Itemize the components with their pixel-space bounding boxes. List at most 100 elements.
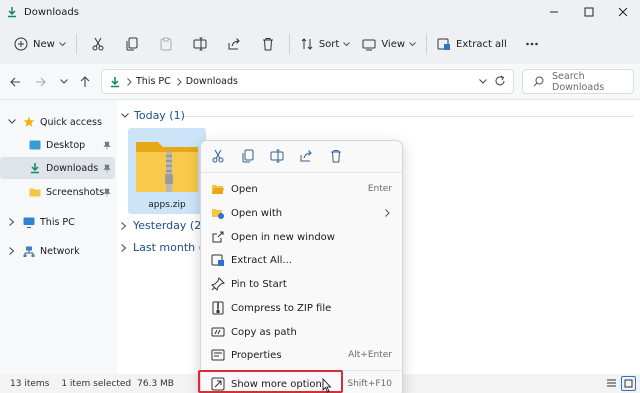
toolbar-divider	[288, 34, 290, 54]
menu-item-label: Open in new window	[231, 231, 335, 243]
group-label: Yesterday (2)	[133, 219, 206, 232]
menu-item-open[interactable]: Open Enter	[205, 178, 400, 200]
menu-item-extract-all[interactable]: Extract All...	[205, 249, 400, 271]
recent-locations-button[interactable]	[60, 79, 68, 85]
paste-icon	[159, 37, 173, 51]
view-button[interactable]: View	[356, 30, 422, 58]
copy-icon	[125, 37, 139, 51]
selection-count: 1 item selected	[61, 378, 132, 389]
arrow-right-icon	[35, 76, 47, 88]
view-label: View	[381, 38, 406, 50]
navigation-pane: Quick access Desktop Downloads Screensho…	[0, 100, 117, 374]
file-item-apps-zip[interactable]: apps.zip	[128, 128, 206, 214]
new-button[interactable]: New	[8, 30, 72, 58]
toolbar-divider	[75, 34, 77, 54]
sidebar-item-label: Screenshots	[46, 186, 105, 198]
menu-item-label: Extract All...	[231, 254, 292, 266]
context-menu: Open Enter Open with Open in new window …	[200, 140, 404, 393]
group-today[interactable]: Today (1)	[121, 109, 185, 122]
network-icon	[23, 246, 35, 257]
breadcrumb-this-pc[interactable]: This PC	[136, 76, 171, 87]
group-yesterday[interactable]: Yesterday (2)	[121, 219, 205, 232]
computer-icon	[23, 217, 35, 228]
open-with-icon	[211, 206, 225, 220]
sort-icon	[300, 37, 314, 51]
tiles-view-button[interactable]	[621, 376, 636, 391]
more-dots-icon	[525, 37, 539, 51]
extract-icon	[211, 253, 225, 267]
delete-button[interactable]	[251, 30, 285, 58]
star-icon	[23, 116, 35, 128]
cut-button[interactable]	[211, 149, 227, 165]
command-bar: New Sort View Extract all	[0, 24, 640, 64]
menu-item-open-new-window[interactable]: Open in new window	[205, 226, 400, 248]
extract-icon	[437, 37, 451, 51]
group-label: Last month (1	[133, 241, 210, 254]
copy-button[interactable]	[241, 149, 257, 165]
group-divider	[184, 116, 634, 117]
rename-icon	[193, 37, 207, 51]
zip-icon	[211, 301, 225, 315]
group-label: Today (1)	[134, 109, 185, 122]
search-input[interactable]: Search Downloads	[522, 69, 634, 94]
rename-button[interactable]	[270, 149, 286, 165]
chevron-down-icon	[479, 79, 487, 85]
sidebar-item-this-pc[interactable]: This PC	[0, 211, 115, 233]
sidebar-item-desktop[interactable]: Desktop	[0, 134, 115, 156]
extract-all-button[interactable]: Extract all	[431, 30, 513, 58]
trash-icon	[261, 37, 275, 51]
menu-item-label: Properties	[231, 349, 282, 361]
menu-item-compress-zip[interactable]: Compress to ZIP file	[205, 297, 400, 319]
delete-button[interactable]	[329, 149, 345, 165]
desktop-icon	[29, 140, 41, 150]
chevron-right-icon	[176, 77, 182, 86]
share-button[interactable]	[217, 30, 251, 58]
group-last-month[interactable]: Last month (1	[121, 241, 210, 254]
address-bar[interactable]: This PC Downloads	[101, 69, 514, 94]
chevron-right-icon	[127, 77, 132, 86]
close-button[interactable]	[606, 0, 640, 24]
sidebar-item-downloads[interactable]: Downloads	[0, 157, 115, 179]
address-dropdown-button[interactable]	[479, 79, 487, 85]
view-icon	[362, 37, 376, 51]
more-options-button[interactable]	[519, 30, 545, 58]
menu-item-copy-as-path[interactable]: Copy as path	[205, 321, 400, 343]
sort-button[interactable]: Sort	[294, 30, 357, 58]
menu-item-open-with[interactable]: Open with	[205, 202, 400, 224]
sidebar-item-quick-access[interactable]: Quick access	[0, 111, 115, 133]
share-button[interactable]	[299, 149, 315, 165]
menu-item-label: Open	[231, 183, 258, 195]
pin-icon	[103, 164, 111, 173]
details-view-button[interactable]	[606, 378, 617, 389]
cut-button[interactable]	[81, 30, 115, 58]
new-window-icon	[211, 230, 225, 244]
file-name: apps.zip	[148, 200, 186, 210]
menu-item-pin-to-start[interactable]: Pin to Start	[205, 273, 400, 295]
mouse-cursor-icon	[322, 378, 332, 393]
chevron-down-icon	[343, 41, 351, 47]
arrow-up-icon	[79, 75, 91, 88]
up-button[interactable]	[79, 75, 91, 88]
toolbar-divider	[426, 34, 428, 54]
rename-button[interactable]	[183, 30, 217, 58]
context-quick-actions	[201, 141, 404, 173]
downloads-icon	[29, 162, 41, 174]
window-title: Downloads	[24, 6, 79, 18]
sidebar-item-screenshots[interactable]: Screenshots	[0, 181, 115, 203]
search-icon	[533, 76, 544, 87]
menu-item-shortcut: Enter	[367, 184, 392, 194]
chevron-down-icon	[409, 41, 416, 47]
menu-item-label: Compress to ZIP file	[231, 302, 332, 314]
copy-button[interactable]	[115, 30, 149, 58]
sidebar-item-network[interactable]: Network	[0, 240, 115, 262]
maximize-button[interactable]	[572, 0, 606, 24]
chevron-right-icon	[9, 247, 15, 255]
paste-button[interactable]	[149, 30, 183, 58]
forward-button[interactable]	[35, 76, 47, 88]
breadcrumb-downloads[interactable]: Downloads	[186, 76, 238, 87]
chevron-down-icon	[58, 41, 66, 47]
back-button[interactable]	[9, 76, 21, 88]
menu-item-properties[interactable]: Properties Alt+Enter	[205, 344, 400, 366]
minimize-button[interactable]	[537, 0, 571, 24]
refresh-button[interactable]	[494, 75, 506, 87]
